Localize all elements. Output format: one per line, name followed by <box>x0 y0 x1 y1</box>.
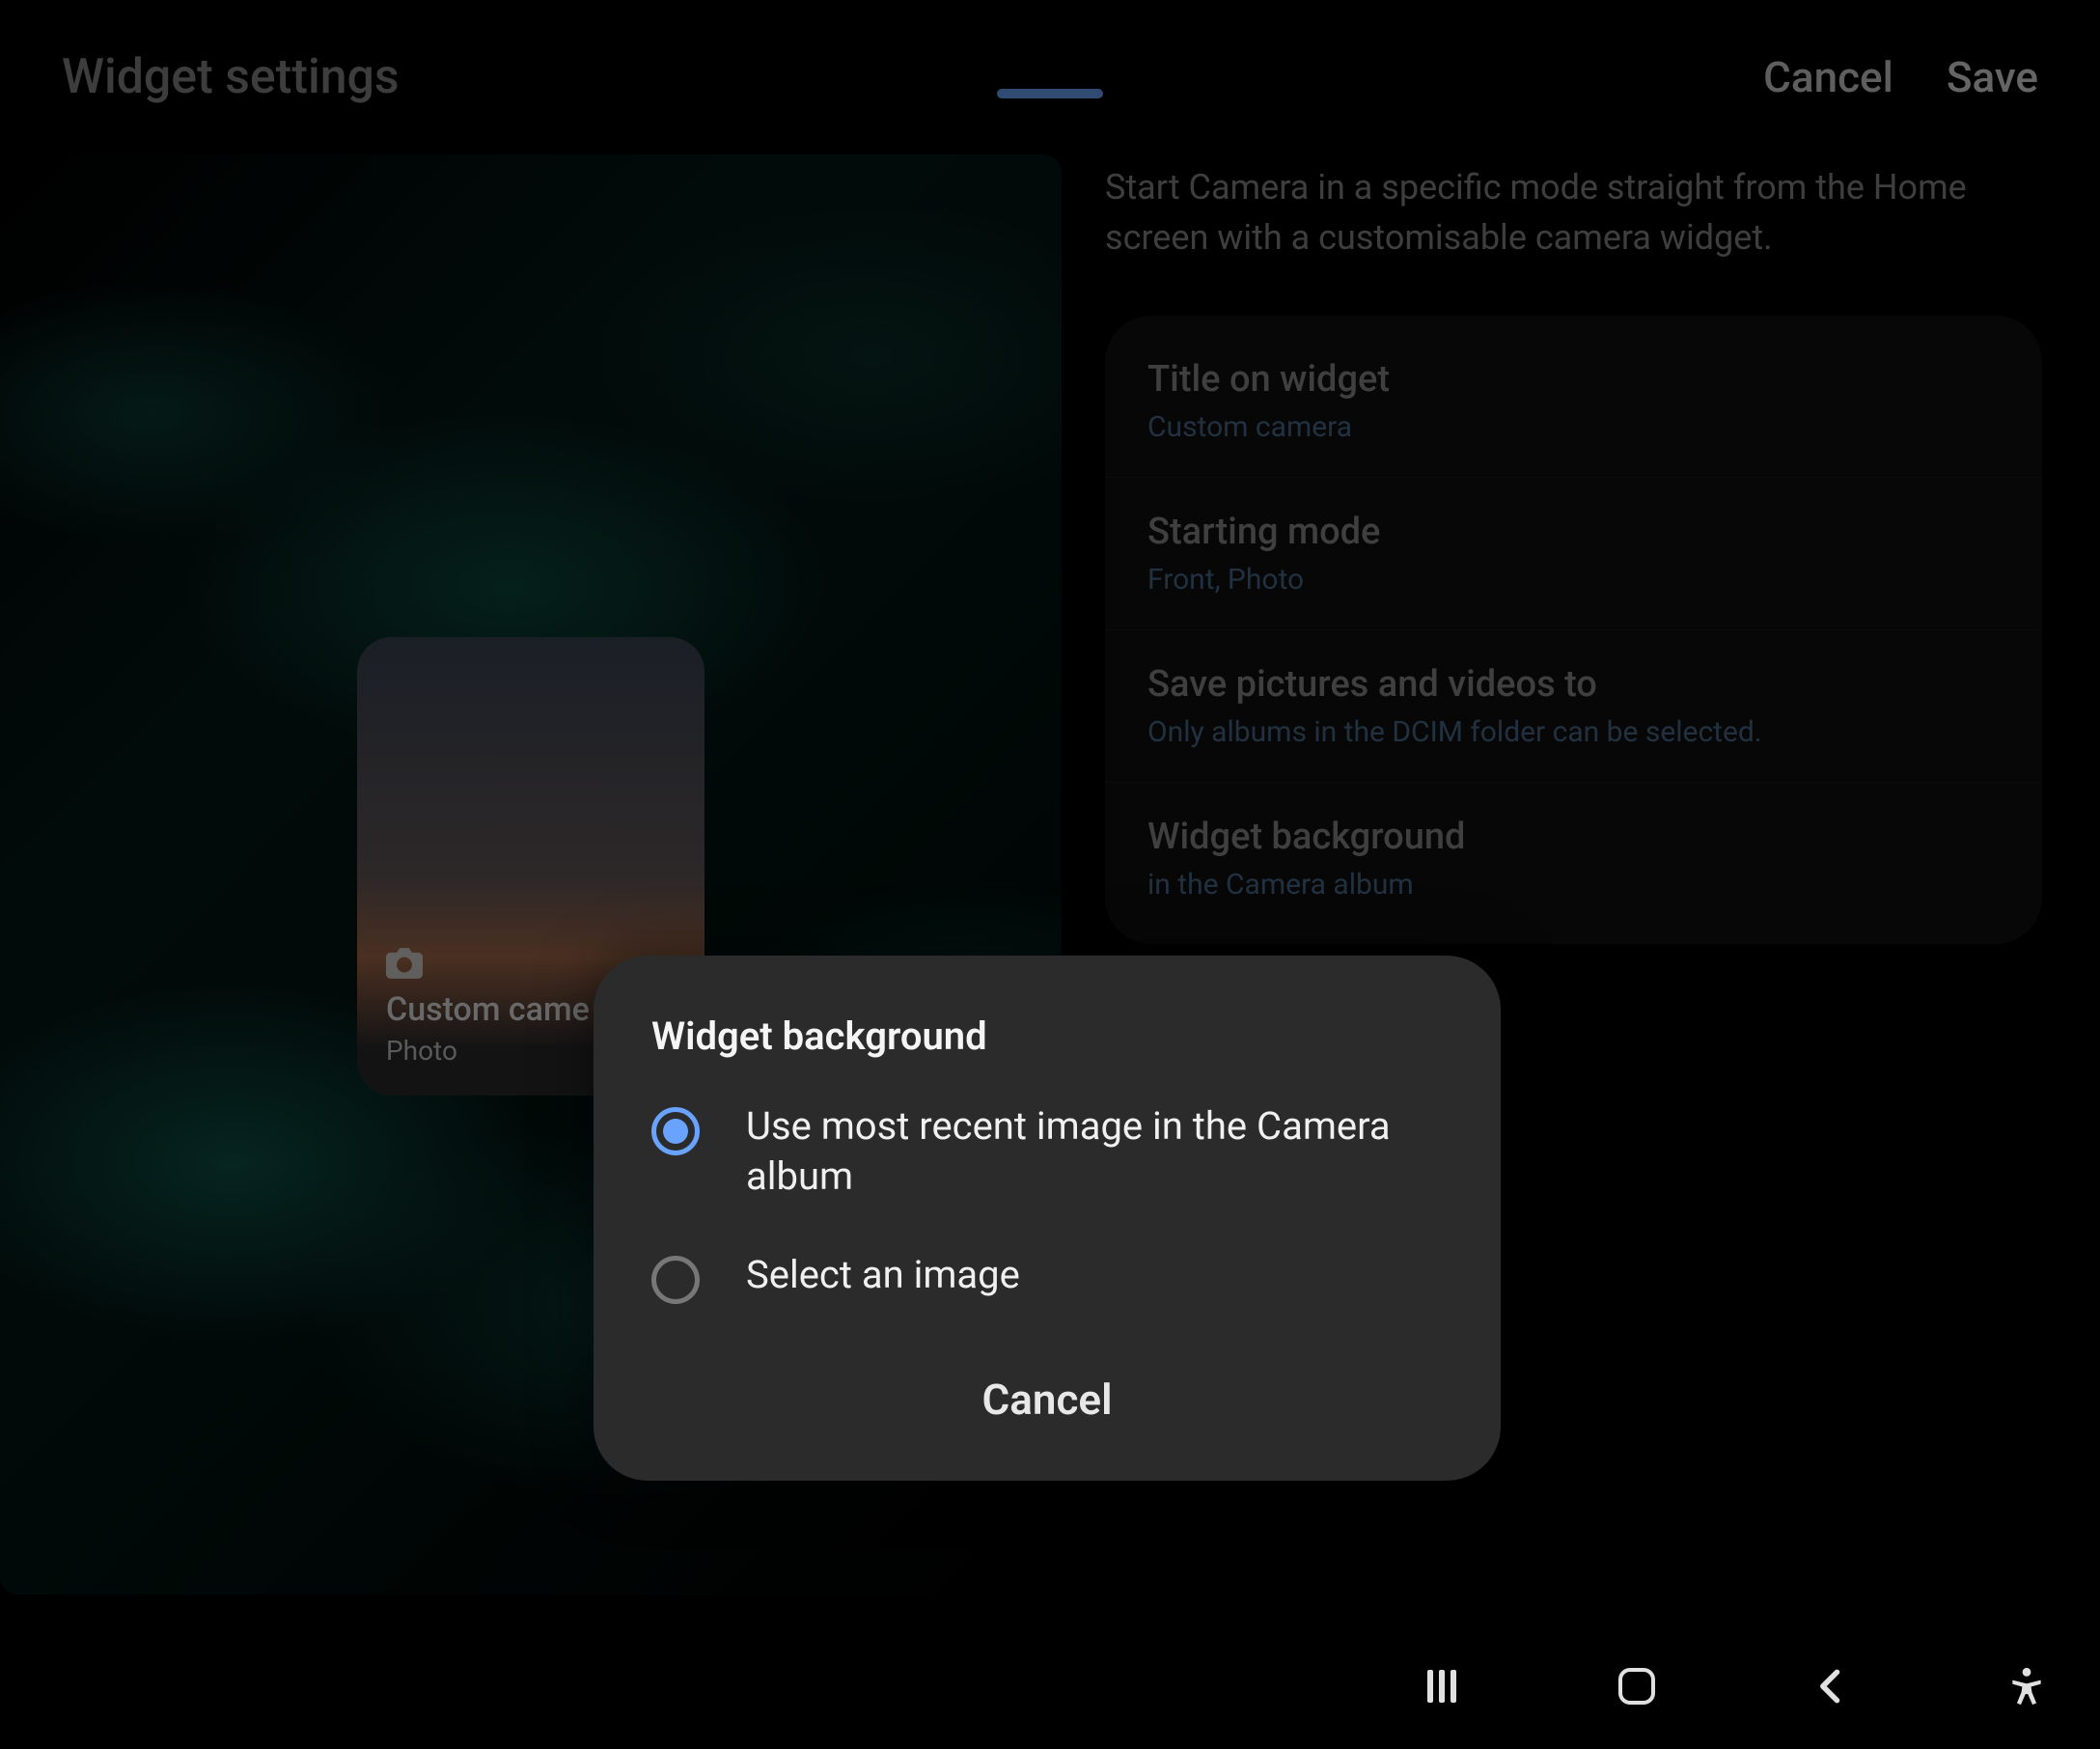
save-button[interactable]: Save <box>1947 52 2038 102</box>
settings-card: Title on widget Custom camera Starting m… <box>1105 316 2042 944</box>
radio-label: Select an image <box>746 1250 1020 1300</box>
system-navbar <box>0 1624 2100 1749</box>
accessibility-icon <box>2005 1665 2048 1707</box>
drag-handle[interactable] <box>997 89 1103 98</box>
setting-title: Save pictures and videos to <box>1147 663 2000 706</box>
radio-option-recent[interactable]: Use most recent image in the Camera albu… <box>651 1101 1443 1202</box>
accessibility-button[interactable] <box>2002 1661 2052 1711</box>
dialog-title: Widget background <box>651 1013 1443 1059</box>
radio-label: Use most recent image in the Camera albu… <box>746 1101 1443 1202</box>
setting-widget-background[interactable]: Widget background in the Camera album <box>1105 783 2042 934</box>
widget-background-dialog: Widget background Use most recent image … <box>594 956 1501 1481</box>
cancel-button[interactable]: Cancel <box>1763 52 1893 102</box>
recents-icon <box>1427 1670 1456 1703</box>
setting-title: Starting mode <box>1147 511 2000 553</box>
radio-option-select[interactable]: Select an image <box>651 1250 1443 1304</box>
setting-value: Front, Photo <box>1147 563 2000 597</box>
home-button[interactable] <box>1612 1661 1662 1711</box>
setting-title: Title on widget <box>1147 358 2000 401</box>
dialog-actions: Cancel <box>651 1357 1443 1442</box>
dialog-cancel-button[interactable]: Cancel <box>943 1357 1150 1442</box>
radio-group: Use most recent image in the Camera albu… <box>651 1101 1443 1304</box>
setting-save-location[interactable]: Save pictures and videos to Only albums … <box>1105 630 2042 783</box>
page-title: Widget settings <box>62 49 400 105</box>
back-button[interactable] <box>1807 1661 1857 1711</box>
setting-starting-mode[interactable]: Starting mode Front, Photo <box>1105 478 2042 630</box>
header: Widget settings Cancel Save <box>0 0 2100 154</box>
radio-icon <box>651 1256 700 1304</box>
description: Start Camera in a specific mode straight… <box>1105 162 2042 263</box>
camera-icon <box>386 948 423 979</box>
setting-title: Widget background <box>1147 816 2000 858</box>
header-actions: Cancel Save <box>1763 52 2038 102</box>
setting-value: in the Camera album <box>1147 868 2000 902</box>
setting-title-on-widget[interactable]: Title on widget Custom camera <box>1105 325 2042 478</box>
setting-value: Custom camera <box>1147 410 2000 444</box>
home-icon <box>1618 1668 1655 1705</box>
setting-value: Only albums in the DCIM folder can be se… <box>1147 715 2000 749</box>
recents-button[interactable] <box>1417 1661 1467 1711</box>
back-icon <box>1810 1665 1853 1707</box>
radio-icon <box>651 1107 700 1155</box>
